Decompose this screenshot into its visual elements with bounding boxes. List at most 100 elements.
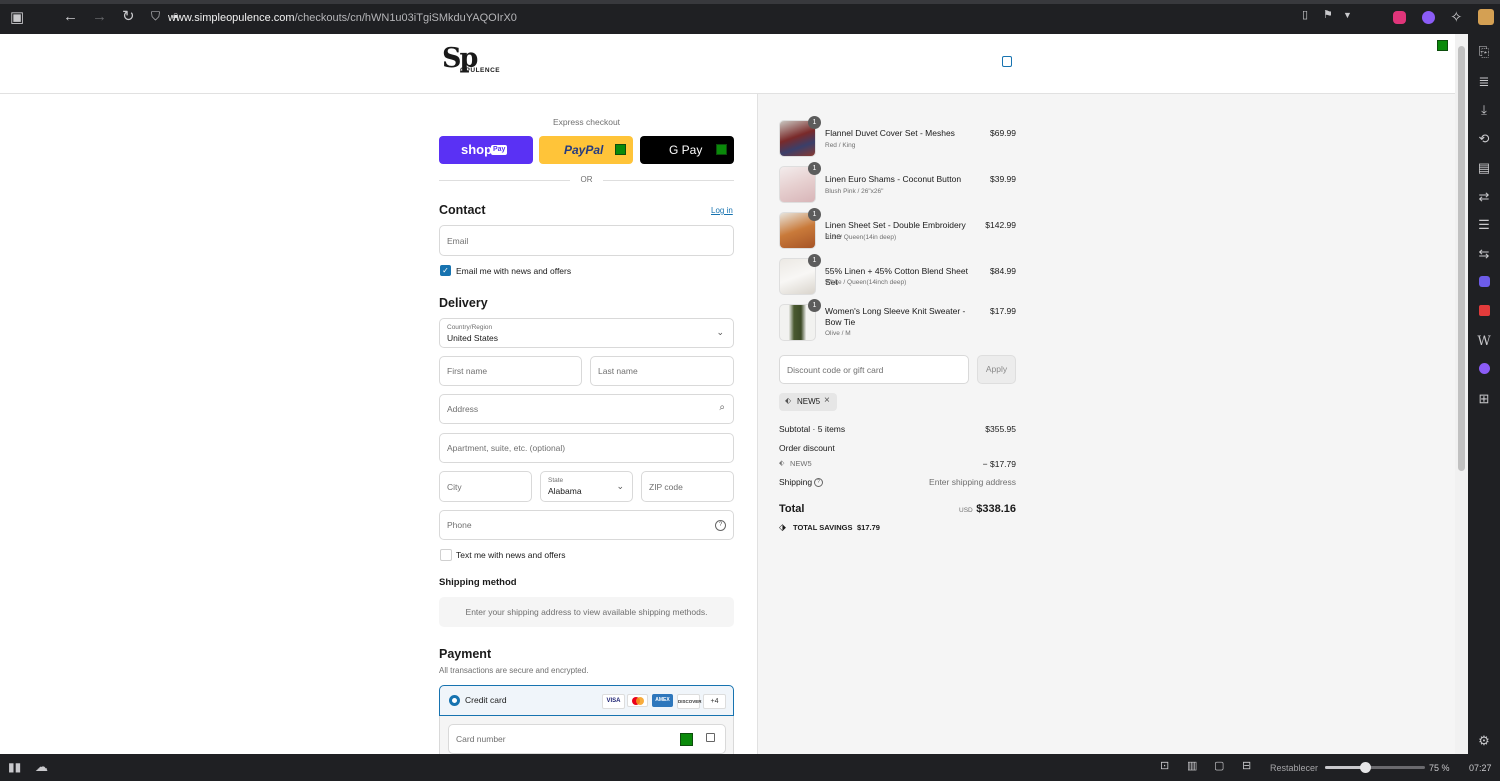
search-icon: ⌕ [719, 402, 725, 413]
zoom-slider[interactable] [1325, 762, 1425, 773]
cart-bag-icon[interactable] [1002, 56, 1012, 67]
history-icon[interactable]: ⟲ [1477, 131, 1491, 147]
discount-code-label: NEW5 [790, 459, 812, 468]
apartment-placeholder: Apartment, suite, etc. (optional) [447, 443, 566, 453]
card-number-field[interactable]: Card number [448, 724, 726, 754]
or-label: OR [580, 175, 593, 184]
extension-icon[interactable] [1422, 11, 1435, 24]
capture-icon[interactable]: ⊡ [1160, 761, 1169, 772]
last-name-field[interactable]: Last name [590, 356, 734, 386]
shop-pay-button[interactable]: shop Pay [439, 136, 533, 164]
add-panel-icon[interactable]: ⊞ [1477, 391, 1491, 407]
reading-list-icon[interactable]: ≣ [1477, 74, 1491, 90]
tabs-icon[interactable]: ☰ [1477, 217, 1491, 233]
sms-checkbox[interactable] [440, 549, 452, 561]
shipping-method-title: Shipping method [439, 577, 517, 588]
forward-icon[interactable]: → [92, 9, 107, 24]
tab-tiling-icon[interactable]: ▥ [1187, 761, 1197, 772]
item-name: Linen Euro Shams - Coconut Button [825, 174, 962, 184]
tag-icon: ⬖ [785, 396, 792, 405]
cloud-icon[interactable]: ☁ [35, 760, 48, 773]
images-icon[interactable]: ⊟ [1242, 761, 1251, 772]
applied-code: NEW5 [797, 397, 821, 406]
city-placeholder: City [447, 481, 462, 492]
status-marker [615, 144, 626, 155]
item-name: Women's Long Sleeve Knit Sweater - Bow T… [825, 306, 966, 327]
state-value: Alabama [548, 486, 582, 496]
quantity-badge: 1 [808, 208, 821, 221]
savings-label: TOTAL SAVINGS [793, 523, 853, 532]
zip-field[interactable]: ZIP code [641, 471, 734, 502]
address-bar[interactable]: www.simpleopulence.com/checkouts/cn/hWN1… [168, 8, 1358, 28]
wikipedia-icon[interactable]: W [1477, 334, 1491, 349]
logo-subtext: OPULENCE [460, 67, 501, 74]
sms-label: Text me with news and offers [456, 550, 566, 560]
quantity-badge: 1 [808, 116, 821, 129]
address-field[interactable]: Address ⌕ [439, 394, 734, 424]
vivaldi-icon[interactable] [1479, 305, 1490, 316]
visa-icon: VISA [602, 694, 625, 709]
shield-icon[interactable]: ⛉ [151, 10, 160, 22]
apply-button[interactable]: Apply [977, 355, 1016, 384]
phone-placeholder: Phone [447, 520, 472, 530]
bookmarks-icon[interactable]: ⎘ [1477, 44, 1491, 60]
zoom-slider-knob[interactable] [1360, 762, 1371, 773]
login-link[interactable]: Log in [711, 206, 733, 215]
last-name-placeholder: Last name [598, 366, 638, 376]
extension-icon[interactable] [1479, 363, 1490, 374]
sidebar-toggle-icon[interactable]: ▣ [10, 10, 24, 25]
remove-code-icon[interactable]: × [824, 395, 830, 406]
url-domain: www.simpleopulence.com [168, 12, 295, 24]
extension-icon[interactable] [1393, 11, 1406, 24]
translate-icon[interactable]: ⇄ [1477, 189, 1491, 205]
express-checkout-title: Express checkout [552, 117, 621, 127]
phone-field[interactable]: Phone ? [439, 510, 734, 540]
zip-placeholder: ZIP code [649, 481, 683, 492]
email-field[interactable]: Email [439, 225, 734, 256]
newsletter-checkbox[interactable]: ✓ [440, 265, 451, 276]
window-icon[interactable]: ▢ [1214, 761, 1224, 772]
country-label: Country/Region [447, 324, 493, 331]
status-marker [680, 733, 693, 746]
apartment-field[interactable]: Apartment, suite, etc. (optional) [439, 433, 734, 463]
first-name-field[interactable]: First name [439, 356, 582, 386]
mastodon-icon[interactable] [1479, 276, 1490, 287]
total-label: Total [779, 503, 805, 515]
item-name: Flannel Duvet Cover Set - Meshes [825, 128, 955, 138]
state-select[interactable]: State Alabama ⌄ [540, 471, 633, 502]
help-icon[interactable]: ? [814, 478, 823, 487]
back-icon[interactable]: ← [63, 9, 78, 24]
shipping-value: Enter shipping address [929, 477, 1016, 487]
zoom-level: 75 % [1429, 763, 1450, 773]
city-field[interactable]: City [439, 471, 532, 502]
puzzle-icon[interactable]: ✧ [1450, 10, 1463, 25]
scrollbar-thumb[interactable] [1458, 46, 1465, 471]
card-number-placeholder: Card number [456, 734, 506, 744]
sync-icon[interactable]: ⇆ [1477, 246, 1491, 262]
download-icon[interactable]: ⤓ [1477, 102, 1491, 118]
google-pay-button[interactable]: G Pay [640, 136, 734, 164]
credit-card-radio[interactable] [449, 695, 460, 706]
reload-icon[interactable]: ↻ [122, 9, 135, 24]
notes-icon[interactable]: ▤ [1477, 160, 1491, 176]
paypal-label: PayPal [564, 143, 604, 157]
savings-value: $17.79 [857, 523, 880, 532]
paypal-button[interactable]: PayPal [539, 136, 633, 164]
order-discount-label: Order discount [779, 443, 835, 453]
or-divider-right [603, 180, 734, 181]
discount-code-field[interactable]: Discount code or gift card [779, 355, 969, 384]
zoom-slider-fill [1325, 766, 1365, 769]
panel-toggle-icon[interactable]: ▮▮ [8, 761, 21, 773]
applied-discount-tag: ⬖ NEW5 × [779, 393, 837, 411]
country-select[interactable]: Country/Region United States ⌄ [439, 318, 734, 348]
store-logo[interactable]: Sp OPULENCE [442, 43, 508, 77]
tag-icon: ⬖ [779, 460, 785, 467]
profile-avatar[interactable] [1478, 9, 1494, 25]
help-icon[interactable]: ? [715, 520, 726, 531]
shipping-label: Shipping [779, 477, 813, 487]
settings-icon[interactable]: ⚙ [1477, 733, 1491, 749]
reset-zoom-label[interactable]: Restablecer [1270, 763, 1318, 773]
or-divider-left [439, 180, 570, 181]
item-price: $84.99 [990, 266, 1016, 276]
delivery-title: Delivery [439, 296, 488, 310]
